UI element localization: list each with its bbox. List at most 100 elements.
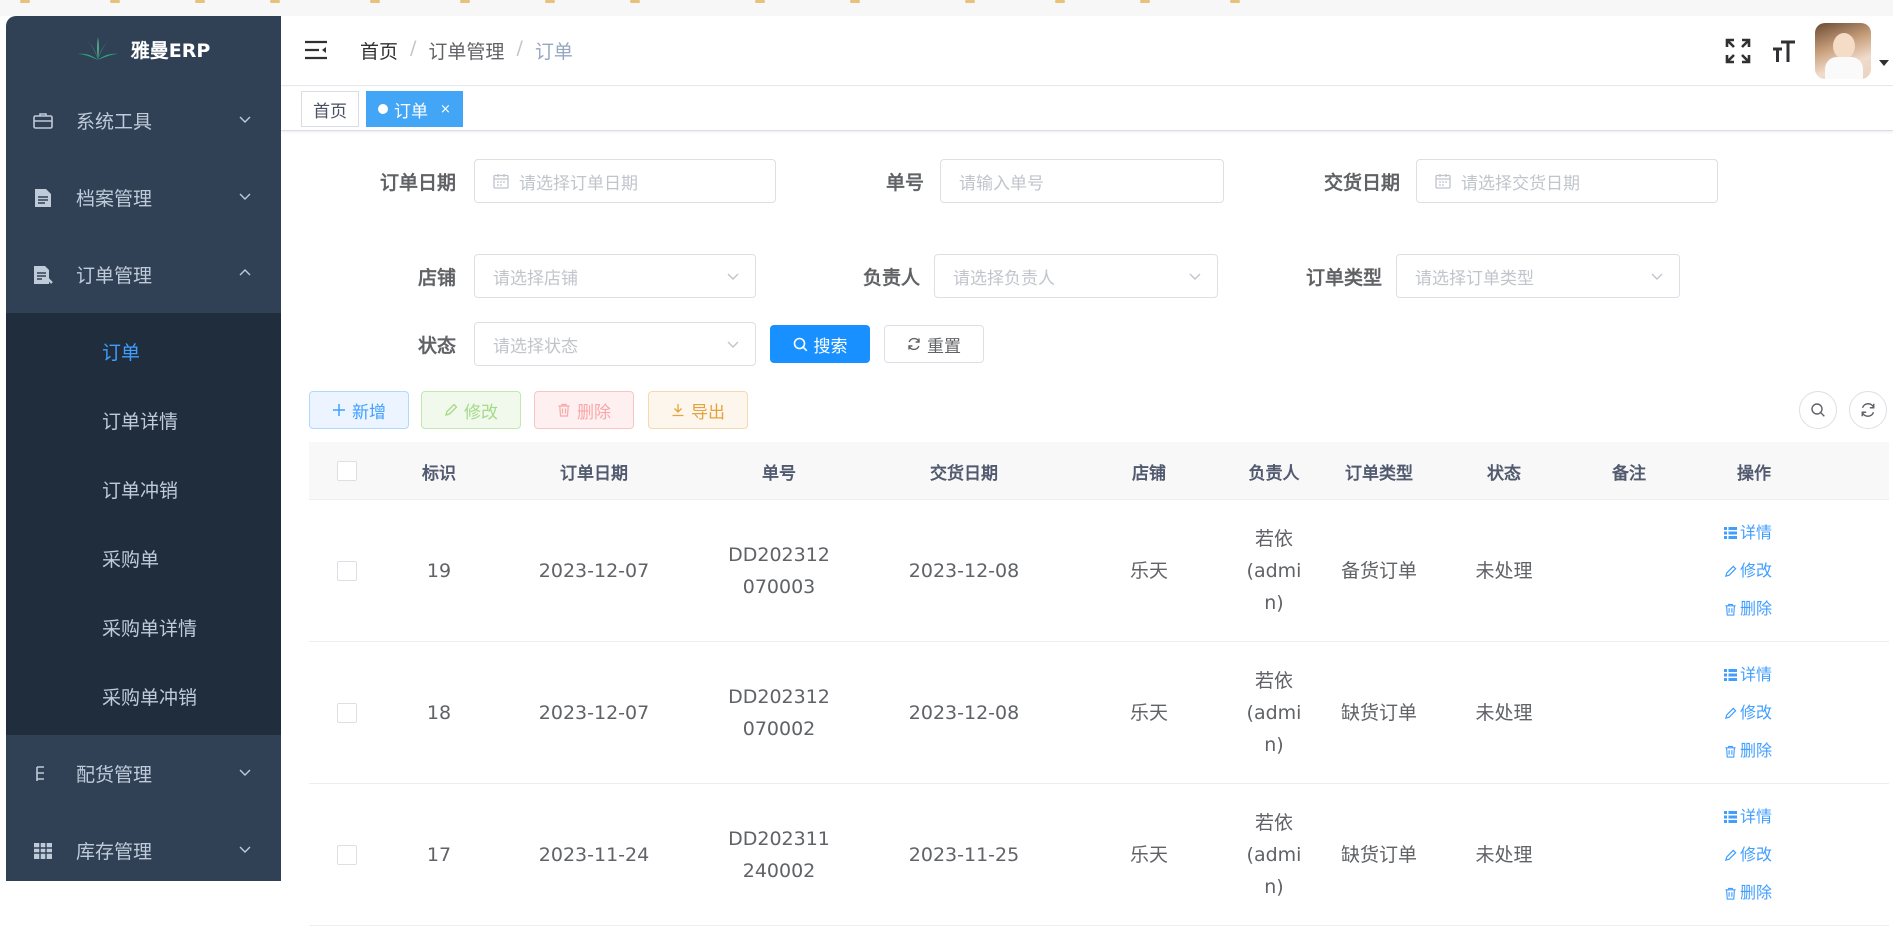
row-checkbox-cell[interactable]: [309, 642, 384, 784]
shop-select[interactable]: 请选择店铺: [474, 254, 756, 298]
reset-button[interactable]: 重置: [884, 325, 984, 363]
add-button[interactable]: 新增: [309, 391, 409, 429]
cell-status: 未处理: [1475, 702, 1533, 724]
owner-line: 若依(admi: [1246, 812, 1302, 866]
cell-id: 18: [426, 702, 452, 724]
breadcrumb-home[interactable]: 首页: [360, 37, 398, 64]
font-size-icon[interactable]: [1769, 36, 1799, 66]
edit-link[interactable]: 修改: [1724, 841, 1772, 870]
owner-select[interactable]: 请选择负责人: [934, 254, 1218, 298]
row-checkbox-cell[interactable]: [309, 500, 384, 642]
order-date-picker[interactable]: 请选择订单日期: [474, 159, 776, 203]
cell-delivery-date: 2023-11-25: [908, 844, 1020, 866]
delete-link[interactable]: 删除: [1724, 879, 1772, 908]
sidebar-subitem-purchase-reversal[interactable]: 采购单冲销: [6, 662, 281, 731]
trash-icon: [1725, 745, 1736, 758]
close-icon[interactable]: ×: [440, 102, 451, 117]
delete-button-label: 删除: [577, 402, 611, 423]
bookmark-dot: [270, 0, 280, 3]
bookmark-dot: [195, 0, 205, 3]
refresh-table-button[interactable]: [1849, 391, 1887, 429]
owner-placeholder: 请选择负责人: [953, 268, 1055, 289]
edit-link[interactable]: 修改: [1724, 699, 1772, 728]
sidebar-subitem-purchase-order[interactable]: 采购单: [6, 524, 281, 593]
column-header: 交货日期: [930, 463, 998, 484]
app-logo[interactable]: 雅曼ERP: [6, 16, 281, 82]
cell-actions: 详情 修改 删除: [1724, 784, 1814, 926]
cell-status: 未处理: [1475, 844, 1533, 866]
order-type-placeholder: 请选择订单类型: [1415, 268, 1534, 289]
delivery-date-picker[interactable]: 请选择交货日期: [1416, 159, 1718, 203]
header-select-all[interactable]: [309, 442, 384, 500]
order-no-input[interactable]: 请输入单号: [940, 159, 1224, 203]
edit-link[interactable]: 修改: [1724, 557, 1772, 586]
row-checkbox[interactable]: [336, 561, 357, 581]
cell-order-date: 2023-12-07: [538, 560, 650, 582]
user-avatar[interactable]: [1815, 23, 1871, 79]
cell-actions: 详情 修改 删除: [1724, 500, 1814, 642]
delete-button[interactable]: 删除: [534, 391, 634, 429]
cell-shop: 乐天: [1129, 844, 1168, 866]
select-all-checkbox[interactable]: [336, 461, 357, 481]
hamburger-icon[interactable]: [304, 39, 328, 61]
sidebar-subitem-order-detail[interactable]: 订单详情: [6, 386, 281, 455]
caret-down-icon[interactable]: [1879, 60, 1889, 66]
sidebar-item-order-management[interactable]: 订单管理: [6, 236, 281, 313]
row-checkbox[interactable]: [336, 703, 357, 723]
search-button[interactable]: 搜索: [770, 325, 870, 363]
cell-order-date: 2023-12-07: [538, 702, 650, 724]
list-icon: [1724, 669, 1737, 681]
detail-link[interactable]: 详情: [1724, 519, 1772, 548]
sidebar-item-label: 配货管理: [76, 764, 153, 786]
order-type-select[interactable]: 请选择订单类型: [1396, 254, 1680, 298]
chevron-down-icon: [239, 116, 251, 123]
delivery-date-label: 交货日期: [1323, 172, 1400, 194]
sidebar-item-archive[interactable]: 档案管理: [6, 159, 281, 236]
edit-button[interactable]: 修改: [421, 391, 521, 429]
row-checkbox-cell[interactable]: [309, 784, 384, 926]
cell-shop: 乐天: [1129, 560, 1168, 582]
status-label: 状态: [417, 335, 456, 357]
tag-order[interactable]: 订单 ×: [366, 91, 463, 127]
fullscreen-icon[interactable]: [1723, 36, 1753, 66]
sidebar-subitem-purchase-detail[interactable]: 采购单详情: [6, 593, 281, 662]
navbar: 首页 / 订单管理 / 订单: [281, 16, 1893, 86]
sidebar-item-distribution[interactable]: 配货管理: [6, 735, 281, 812]
toggle-search-button[interactable]: [1799, 391, 1837, 429]
reset-button-label: 重置: [927, 336, 961, 357]
chevron-down-icon: [239, 193, 251, 200]
delete-link[interactable]: 删除: [1724, 737, 1772, 766]
delete-link[interactable]: 删除: [1724, 595, 1772, 624]
edit-link-label: 修改: [1740, 703, 1773, 722]
cell-actions: 详情 修改 删除: [1724, 642, 1814, 784]
owner-label: 负责人: [862, 267, 920, 289]
cell-owner: 若依(admi n): [1234, 784, 1314, 926]
export-button[interactable]: 导出: [648, 391, 748, 429]
tags-view: 首页 订单 ×: [281, 87, 1893, 131]
sidebar-subitem-order[interactable]: 订单: [6, 317, 281, 386]
grid-icon: [32, 840, 54, 862]
table-row: 18 2023-12-07 DD202312 070002 2023-12-08…: [309, 642, 1889, 784]
sidebar-item-system-tools[interactable]: 系统工具: [6, 82, 281, 159]
row-checkbox[interactable]: [336, 845, 357, 865]
calendar-icon: [493, 174, 509, 189]
bookmark-dot: [850, 0, 860, 3]
avatar-body: [1825, 57, 1863, 79]
sidebar-item-inventory[interactable]: 库存管理: [6, 812, 281, 881]
status-select[interactable]: 请选择状态: [474, 322, 756, 366]
bookmark-dot: [460, 0, 470, 3]
chevron-up-icon: [239, 268, 251, 275]
export-button-label: 导出: [691, 402, 725, 423]
detail-link-label: 详情: [1740, 665, 1773, 684]
detail-link[interactable]: 详情: [1724, 803, 1772, 832]
sidebar-subitem-order-reversal[interactable]: 订单冲销: [6, 455, 281, 524]
table-row: 17 2023-11-24 DD202311 240002 2023-11-25…: [309, 784, 1889, 926]
tag-home[interactable]: 首页: [301, 91, 359, 127]
cell-note: [1564, 500, 1694, 642]
list-icon: [1724, 527, 1737, 539]
owner-line: n): [1264, 876, 1284, 898]
detail-link[interactable]: 详情: [1724, 661, 1772, 690]
edit-link-label: 修改: [1740, 845, 1773, 864]
cell-delivery-date: 2023-12-08: [908, 702, 1020, 724]
breadcrumb-order-management[interactable]: 订单管理: [428, 37, 504, 64]
